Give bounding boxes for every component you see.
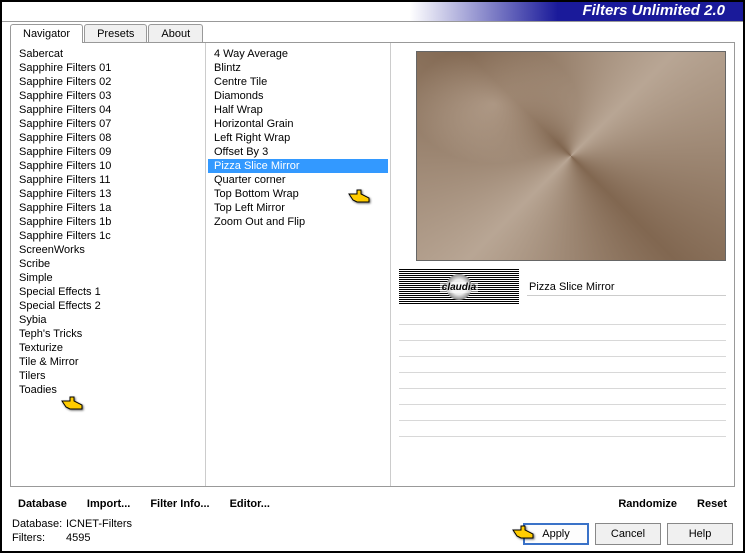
- filter-list[interactable]: 4 Way AverageBlintzCentre TileDiamondsHa…: [206, 43, 390, 486]
- category-list[interactable]: SabercatSapphire Filters 01Sapphire Filt…: [11, 43, 205, 486]
- param-row: [399, 325, 726, 341]
- list-item[interactable]: Sapphire Filters 09: [13, 145, 203, 159]
- list-item[interactable]: Sapphire Filters 01: [13, 61, 203, 75]
- watermark-text: claudia: [440, 282, 478, 293]
- footer-info: Database:ICNET-Filters Filters:4595: [12, 517, 132, 545]
- list-item[interactable]: Texturize: [13, 341, 203, 355]
- list-item[interactable]: Sapphire Filters 13: [13, 187, 203, 201]
- database-button[interactable]: Database: [12, 494, 73, 514]
- import-button[interactable]: Import...: [81, 494, 136, 514]
- list-item[interactable]: Top Left Mirror: [208, 201, 388, 215]
- current-filter-name: Pizza Slice Mirror: [527, 279, 726, 296]
- db-label: Database:: [12, 517, 66, 531]
- filter-column: 4 Way AverageBlintzCentre TileDiamondsHa…: [206, 43, 391, 486]
- list-item[interactable]: Blintz: [208, 61, 388, 75]
- list-item[interactable]: Toadies: [13, 383, 203, 397]
- param-row: [399, 389, 726, 405]
- footer-buttons: Apply Cancel Help: [523, 523, 733, 545]
- param-row: [399, 357, 726, 373]
- list-item[interactable]: Sapphire Filters 04: [13, 103, 203, 117]
- list-item[interactable]: Simple: [13, 271, 203, 285]
- list-item[interactable]: 4 Way Average: [208, 47, 388, 61]
- param-row: [399, 341, 726, 357]
- tab-presets[interactable]: Presets: [84, 24, 147, 43]
- list-item[interactable]: Scribe: [13, 257, 203, 271]
- tab-strip: Navigator Presets About: [2, 24, 743, 43]
- list-item[interactable]: Zoom Out and Flip: [208, 215, 388, 229]
- list-item[interactable]: Quarter corner: [208, 173, 388, 187]
- tab-navigator[interactable]: Navigator: [10, 24, 83, 43]
- filters-count-value: 4595: [66, 532, 90, 544]
- editor-button[interactable]: Editor...: [224, 494, 276, 514]
- filter-info-button[interactable]: Filter Info...: [144, 494, 215, 514]
- list-item[interactable]: Left Right Wrap: [208, 131, 388, 145]
- list-item[interactable]: Diamonds: [208, 89, 388, 103]
- list-item[interactable]: Centre Tile: [208, 75, 388, 89]
- category-column: SabercatSapphire Filters 01Sapphire Filt…: [11, 43, 206, 486]
- param-row: [399, 405, 726, 421]
- list-item[interactable]: Sapphire Filters 02: [13, 75, 203, 89]
- list-item[interactable]: Special Effects 2: [13, 299, 203, 313]
- titlebar: Filters Unlimited 2.0: [2, 2, 743, 22]
- list-item[interactable]: Pizza Slice Mirror: [208, 159, 388, 173]
- help-button[interactable]: Help: [667, 523, 733, 545]
- footer: Database:ICNET-Filters Filters:4595 Appl…: [12, 517, 733, 545]
- param-row: [399, 309, 726, 325]
- list-item[interactable]: Sapphire Filters 07: [13, 117, 203, 131]
- list-item[interactable]: Sapphire Filters 1c: [13, 229, 203, 243]
- apply-button[interactable]: Apply: [523, 523, 589, 545]
- preview-image: [416, 51, 726, 261]
- reset-button[interactable]: Reset: [691, 494, 733, 514]
- parameter-rows: [399, 309, 726, 437]
- param-row: [399, 373, 726, 389]
- list-item[interactable]: Teph's Tricks: [13, 327, 203, 341]
- app-title: Filters Unlimited 2.0: [582, 2, 725, 19]
- list-item[interactable]: Top Bottom Wrap: [208, 187, 388, 201]
- list-item[interactable]: Special Effects 1: [13, 285, 203, 299]
- watermark: claudia: [399, 269, 519, 305]
- toolbar-row: Database Import... Filter Info... Editor…: [2, 488, 743, 520]
- list-item[interactable]: Sapphire Filters 1a: [13, 201, 203, 215]
- list-item[interactable]: Sabercat: [13, 47, 203, 61]
- filter-name-row: claudia Pizza Slice Mirror: [399, 269, 726, 305]
- list-item[interactable]: Tile & Mirror: [13, 355, 203, 369]
- list-item[interactable]: Sapphire Filters 1b: [13, 215, 203, 229]
- list-item[interactable]: ScreenWorks: [13, 243, 203, 257]
- filters-count-label: Filters:: [12, 531, 66, 545]
- list-item[interactable]: Sapphire Filters 11: [13, 173, 203, 187]
- list-item[interactable]: Sapphire Filters 10: [13, 159, 203, 173]
- list-item[interactable]: Sapphire Filters 08: [13, 131, 203, 145]
- preview-column: claudia Pizza Slice Mirror: [391, 43, 734, 486]
- randomize-button[interactable]: Randomize: [612, 494, 683, 514]
- tab-about[interactable]: About: [148, 24, 203, 43]
- db-value: ICNET-Filters: [66, 518, 132, 530]
- param-row: [399, 421, 726, 437]
- list-item[interactable]: Horizontal Grain: [208, 117, 388, 131]
- list-item[interactable]: Half Wrap: [208, 103, 388, 117]
- list-item[interactable]: Tilers: [13, 369, 203, 383]
- cancel-button[interactable]: Cancel: [595, 523, 661, 545]
- tab-panel: SabercatSapphire Filters 01Sapphire Filt…: [10, 42, 735, 487]
- list-item[interactable]: Sapphire Filters 03: [13, 89, 203, 103]
- list-item[interactable]: Sybia: [13, 313, 203, 327]
- list-item[interactable]: Offset By 3: [208, 145, 388, 159]
